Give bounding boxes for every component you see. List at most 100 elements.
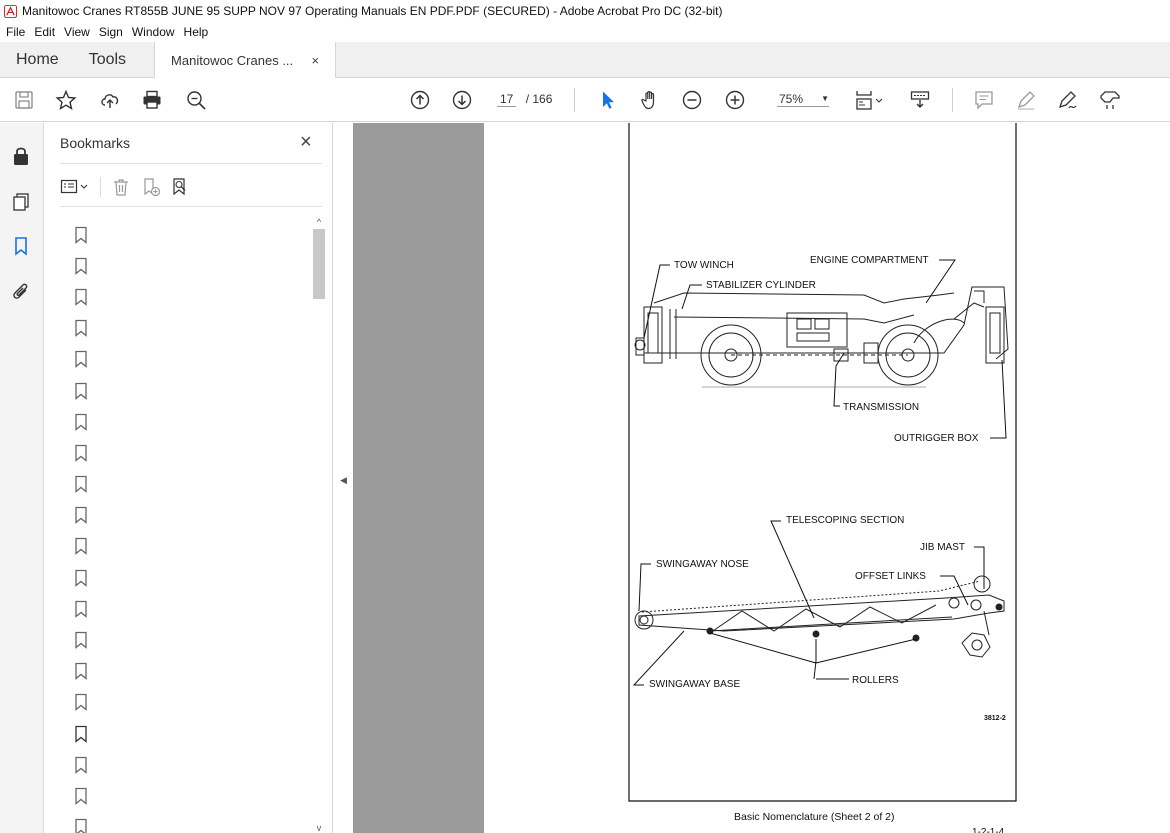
bookmark-star-icon[interactable] bbox=[54, 88, 78, 112]
label-transmission: TRANSMISSION bbox=[843, 402, 920, 413]
bookmark-icon bbox=[75, 538, 87, 556]
page-display-icon[interactable] bbox=[854, 88, 888, 112]
tab-document-label: Manitowoc Cranes ... bbox=[171, 52, 294, 68]
tab-document[interactable]: Manitowoc Cranes ... × bbox=[154, 42, 337, 78]
menu-help[interactable]: Help bbox=[184, 25, 209, 39]
highlight-pen-icon[interactable] bbox=[1014, 88, 1038, 112]
bookmark-item[interactable] bbox=[74, 250, 314, 281]
jib-drawing bbox=[634, 575, 1005, 658]
bookmark-icon bbox=[75, 382, 87, 400]
bookmark-item[interactable] bbox=[74, 344, 314, 375]
carrier-drawing bbox=[634, 286, 1009, 388]
menu-window[interactable]: Window bbox=[132, 25, 175, 39]
scrollbar-thumb[interactable] bbox=[313, 229, 325, 299]
bookmark-icon bbox=[75, 413, 87, 431]
bookmark-icon bbox=[75, 320, 87, 338]
bookmark-icon bbox=[75, 569, 87, 587]
print-icon[interactable] bbox=[140, 88, 164, 112]
zoom-out-icon[interactable] bbox=[680, 88, 704, 112]
next-page-icon[interactable] bbox=[450, 88, 474, 112]
lock-icon[interactable] bbox=[10, 145, 32, 167]
bookmark-item[interactable] bbox=[74, 624, 314, 655]
label-offset-links: OFFSET LINKS bbox=[855, 571, 926, 582]
bookmark-item[interactable] bbox=[74, 469, 314, 500]
bookmarks-close-button[interactable]: × bbox=[300, 131, 312, 154]
menu-edit[interactable]: Edit bbox=[34, 25, 55, 39]
bookmark-item[interactable] bbox=[74, 812, 314, 833]
delete-icon[interactable] bbox=[111, 177, 131, 197]
acrobat-icon bbox=[4, 4, 17, 18]
bookmark-item[interactable] bbox=[74, 656, 314, 687]
toolbar: 17 / 166 75% ▼ bbox=[0, 78, 1170, 122]
zoom-select[interactable]: 75% ▼ bbox=[777, 92, 829, 107]
presentation-icon[interactable] bbox=[908, 88, 932, 112]
tab-tools[interactable]: Tools bbox=[75, 42, 142, 77]
bookmark-item[interactable] bbox=[74, 406, 314, 437]
redact-icon[interactable] bbox=[1098, 88, 1122, 112]
zoom-value: 75% bbox=[779, 92, 804, 106]
label-rollers: ROLLERS bbox=[852, 675, 899, 686]
scroll-up-icon[interactable]: ^ bbox=[313, 217, 325, 227]
navigation-pane-strip bbox=[0, 123, 44, 833]
save-icon[interactable] bbox=[12, 88, 36, 112]
bookmark-item[interactable] bbox=[74, 313, 314, 344]
current-page-input[interactable]: 17 bbox=[497, 92, 517, 107]
comment-icon[interactable] bbox=[972, 88, 996, 112]
tab-home[interactable]: Home bbox=[0, 42, 75, 77]
document-viewer[interactable]: TOW WINCH STABILIZER CYLINDER ENGINE COM… bbox=[353, 123, 1170, 833]
label-telescoping-section: TELESCOPING SECTION bbox=[786, 515, 905, 526]
bookmarks-icon[interactable] bbox=[10, 235, 32, 257]
bookmark-icon bbox=[75, 444, 87, 462]
label-engine-compartment: ENGINE COMPARTMENT bbox=[810, 255, 929, 266]
divider bbox=[60, 163, 322, 164]
bookmark-item[interactable] bbox=[74, 219, 314, 250]
new-bookmark-icon[interactable] bbox=[141, 177, 161, 197]
menu-file[interactable]: File bbox=[6, 25, 25, 39]
pdf-page: TOW WINCH STABILIZER CYLINDER ENGINE COM… bbox=[484, 123, 1170, 833]
viewer-background bbox=[353, 123, 484, 833]
bookmark-icon bbox=[75, 819, 87, 833]
bookmark-item[interactable] bbox=[74, 437, 314, 468]
toolbar-divider bbox=[952, 88, 953, 112]
tab-close-button[interactable]: × bbox=[311, 53, 319, 68]
zoom-search-icon[interactable] bbox=[184, 88, 208, 112]
bookmark-icon bbox=[75, 475, 87, 493]
menu-view[interactable]: View bbox=[64, 25, 90, 39]
bookmark-item[interactable] bbox=[74, 780, 314, 811]
bookmark-item[interactable] bbox=[74, 562, 314, 593]
bookmark-item[interactable] bbox=[74, 500, 314, 531]
bookmark-icon bbox=[75, 694, 87, 712]
hand-tool-icon[interactable] bbox=[638, 88, 662, 112]
label-stabilizer-cylinder: STABILIZER CYLINDER bbox=[706, 280, 816, 291]
bookmark-item[interactable] bbox=[74, 749, 314, 780]
bookmark-item[interactable] bbox=[74, 718, 314, 749]
bookmark-item[interactable] bbox=[74, 687, 314, 718]
bookmark-icon bbox=[75, 756, 87, 774]
bookmark-item[interactable] bbox=[74, 531, 314, 562]
options-menu-icon[interactable] bbox=[60, 177, 90, 197]
zoom-in-icon[interactable] bbox=[723, 88, 747, 112]
chevron-down-icon: ▼ bbox=[821, 94, 829, 103]
bookmark-icon bbox=[75, 257, 87, 275]
bookmark-item[interactable] bbox=[74, 375, 314, 406]
bookmark-icon bbox=[75, 507, 87, 525]
toolbar-divider bbox=[574, 88, 575, 112]
bookmark-item[interactable] bbox=[74, 281, 314, 312]
previous-page-icon[interactable] bbox=[408, 88, 432, 112]
figure-id: 3812-2 bbox=[984, 715, 1006, 722]
bookmark-icon bbox=[75, 600, 87, 618]
cloud-upload-icon[interactable] bbox=[98, 88, 122, 112]
menu-sign[interactable]: Sign bbox=[99, 25, 123, 39]
bookmark-icon bbox=[75, 288, 87, 306]
sign-pen-icon[interactable] bbox=[1056, 88, 1080, 112]
scroll-down-icon[interactable]: v bbox=[313, 823, 325, 833]
title-bar: Manitowoc Cranes RT855B JUNE 95 SUPP NOV… bbox=[0, 0, 1170, 22]
bookmarks-scrollbar[interactable]: ^ v bbox=[312, 217, 326, 833]
find-bookmark-icon[interactable] bbox=[171, 177, 191, 197]
collapse-panel-icon[interactable]: ◀ bbox=[340, 475, 347, 486]
divider bbox=[100, 177, 101, 197]
page-thumbnails-icon[interactable] bbox=[10, 191, 32, 213]
bookmark-item[interactable] bbox=[74, 593, 314, 624]
attachment-icon[interactable] bbox=[10, 281, 32, 303]
select-cursor-icon[interactable] bbox=[596, 88, 620, 112]
